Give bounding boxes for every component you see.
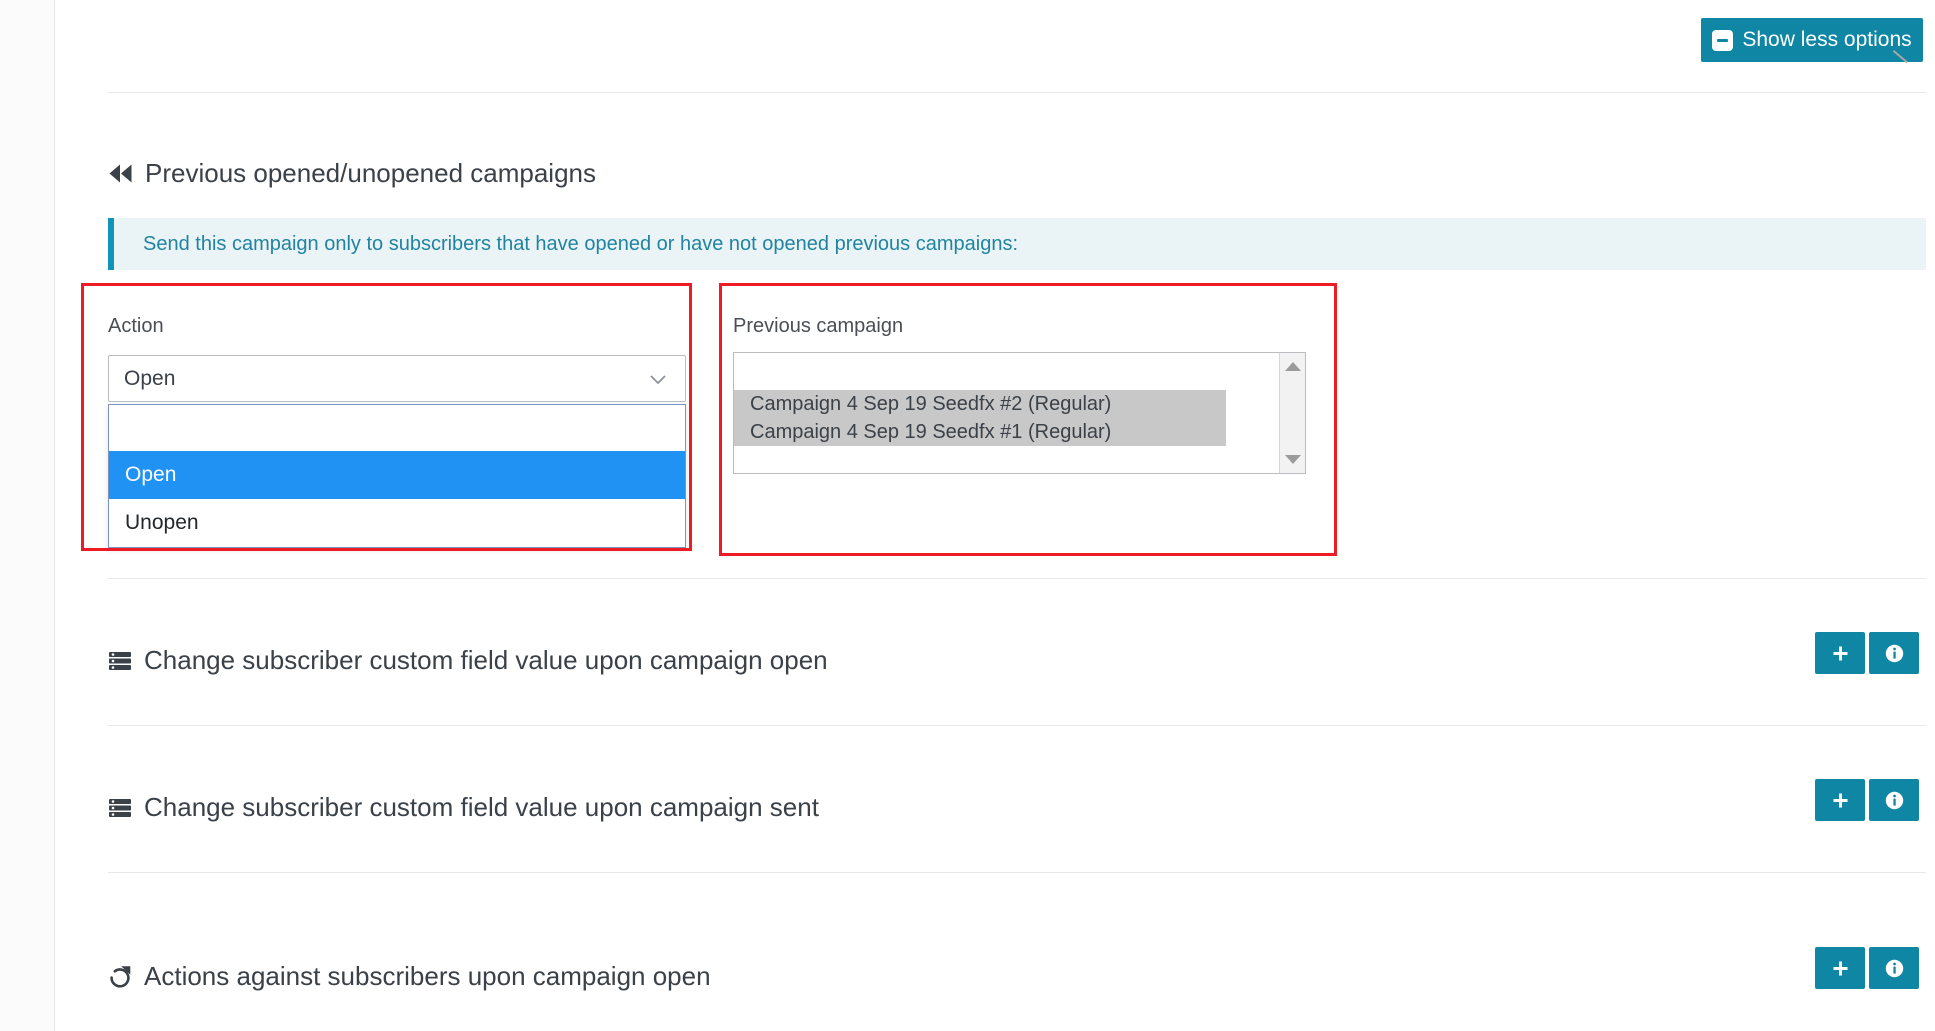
option-row-label-1: Change subscriber custom field value upo… [144, 645, 828, 675]
info-icon [1885, 644, 1903, 662]
plus-icon [1833, 793, 1847, 807]
action-select[interactable]: Open [108, 355, 686, 402]
action-option-open[interactable]: Open [109, 451, 685, 499]
info-banner-text: Send this campaign only to subscribers t… [143, 232, 1018, 255]
page-left-gutter [0, 0, 55, 1031]
info-button-3[interactable] [1869, 947, 1919, 989]
action-option-blank[interactable] [109, 405, 685, 451]
option-row-buttons-1 [1815, 632, 1919, 674]
show-less-options-label: Show less options [1742, 28, 1912, 51]
divider-row-3 [108, 872, 1926, 873]
add-button-2[interactable] [1815, 779, 1865, 821]
plus-icon [1833, 646, 1847, 660]
listbox-scrollbar[interactable] [1279, 353, 1305, 473]
previous-campaign-listbox[interactable]: Campaign 4 Sep 19 Seedfx #2 (Regular) Ca… [733, 352, 1306, 474]
show-less-options-button[interactable]: Show less options [1701, 18, 1923, 62]
divider-row-1 [108, 578, 1926, 579]
option-row-buttons-3 [1815, 947, 1919, 989]
fast-backward-icon [108, 163, 133, 184]
info-icon [1885, 959, 1903, 977]
option-row-title-1: Change subscriber custom field value upo… [108, 645, 828, 676]
option-row-label-2: Change subscriber custom field value upo… [144, 792, 819, 822]
action-select-value: Open [124, 366, 176, 390]
page-left-gutter-inner [56, 0, 69, 1031]
info-button-2[interactable] [1869, 779, 1919, 821]
info-icon [1885, 791, 1903, 809]
divider-top [108, 92, 1926, 93]
option-row-title-3: Actions against subscribers upon campaig… [108, 961, 711, 992]
action-field-label: Action [108, 315, 164, 337]
action-dropdown-list[interactable]: Open Unopen [108, 404, 686, 548]
chevron-down-icon [647, 368, 669, 390]
section-heading-previous-campaigns: Previous opened/unopened campaigns [108, 158, 596, 189]
previous-campaign-label: Previous campaign [733, 315, 904, 337]
info-banner: Send this campaign only to subscribers t… [108, 218, 1926, 270]
previous-campaign-options: Campaign 4 Sep 19 Seedfx #2 (Regular) Ca… [734, 353, 1279, 473]
info-button-1[interactable] [1869, 632, 1919, 674]
external-action-icon [108, 965, 132, 989]
previous-campaign-option[interactable]: Campaign 4 Sep 19 Seedfx #1 (Regular) [734, 418, 1226, 446]
server-stack-icon [108, 649, 132, 673]
option-row-buttons-2 [1815, 779, 1919, 821]
server-stack-icon [108, 796, 132, 820]
scroll-down-arrow-icon[interactable] [1284, 455, 1301, 464]
minus-icon [1712, 29, 1734, 51]
page-root: Show less options Previous opened/unopen… [0, 0, 1935, 1031]
option-row-title-2: Change subscriber custom field value upo… [108, 792, 819, 823]
previous-campaign-option[interactable]: Campaign 4 Sep 19 Seedfx #2 (Regular) [734, 390, 1226, 418]
section-heading-label: Previous opened/unopened campaigns [145, 158, 597, 188]
divider-row-2 [108, 725, 1926, 726]
plus-icon [1833, 961, 1847, 975]
add-button-1[interactable] [1815, 632, 1865, 674]
scroll-up-arrow-icon[interactable] [1284, 362, 1301, 371]
add-button-3[interactable] [1815, 947, 1865, 989]
option-row-label-3: Actions against subscribers upon campaig… [144, 961, 711, 991]
action-option-unopen[interactable]: Unopen [109, 499, 685, 547]
